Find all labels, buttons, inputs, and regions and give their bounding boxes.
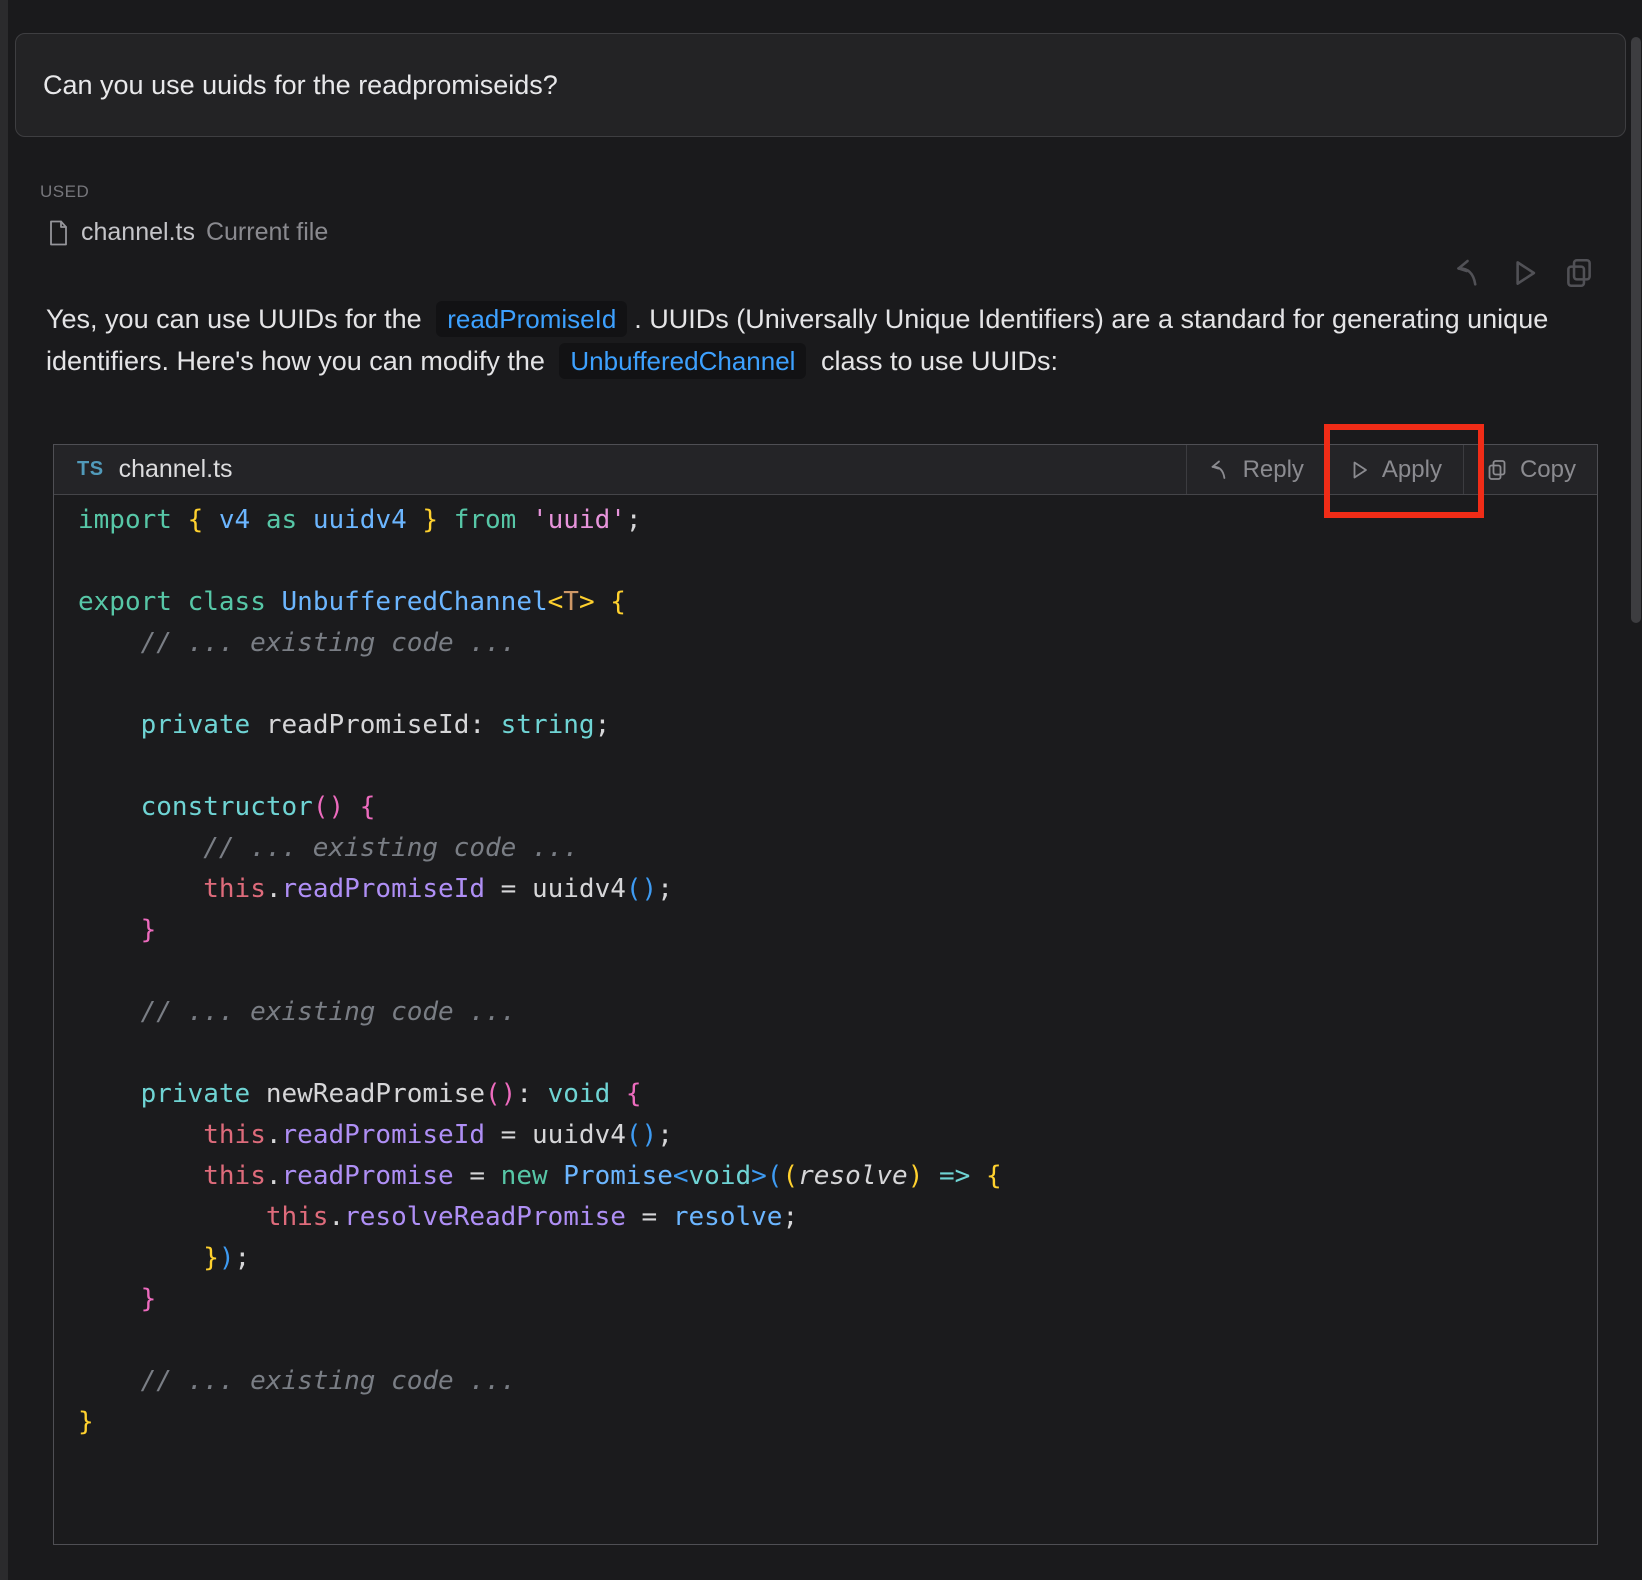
reply-icon [1452,256,1486,290]
inline-code-pill: readPromiseId [436,301,627,337]
code-line: this.readPromiseId = uuidv4(); [78,1115,1597,1156]
code-line: // ... existing code ... [78,1361,1597,1402]
play-icon-button[interactable] [1505,254,1543,292]
code-line: this.resolveReadPromise = resolve; [78,1197,1597,1238]
code-line: private readPromiseId: string; [78,705,1597,746]
user-question-card[interactable]: Can you use uuids for the readpromiseids… [15,33,1626,137]
code-line [78,1033,1597,1074]
code-block: TS channel.ts Reply Apply Copy import { v4… [53,444,1598,1545]
context-file-name: channel.ts [81,218,195,247]
answer-text-segment: class to use UUIDs: [813,346,1058,376]
code-line: import { v4 as uuidv4 } from 'uuid'; [78,500,1597,541]
code-line [78,1320,1597,1361]
code-line: this.readPromise = new Promise<void>((re… [78,1156,1597,1197]
reply-button-label: Reply [1243,456,1304,484]
context-file-status: Current file [206,218,328,247]
code-line: export class UnbufferedChannel<T> { [78,582,1597,623]
code-line [78,951,1597,992]
play-icon [1507,256,1541,290]
copy-button-label: Copy [1520,456,1576,484]
code-line [78,664,1597,705]
answer-paragraph: Yes, you can use UUIDs for the readPromi… [46,298,1551,382]
code-line: // ... existing code ... [78,623,1597,664]
answer-text-segment: Yes, you can use UUIDs for the [46,304,429,334]
copy-button[interactable]: Copy [1463,445,1597,494]
code-line [78,746,1597,787]
chat-panel: Can you use uuids for the readpromiseids… [0,0,1642,1580]
reply-button[interactable]: Reply [1186,445,1325,494]
code-line: } [78,1279,1597,1320]
code-line: } [78,910,1597,951]
code-line [78,541,1597,582]
code-line: // ... existing code ... [78,828,1597,869]
code-line: this.readPromiseId = uuidv4(); [78,869,1597,910]
code-header-left: TS channel.ts [54,455,1186,484]
panel-left-edge [0,0,8,1580]
code-body: import { v4 as uuidv4 } from 'uuid'; exp… [54,496,1597,1544]
copy-icon [1562,256,1596,290]
reply-icon [1208,458,1232,482]
document-icon [46,219,70,247]
inline-code-pill: UnbufferedChannel [559,343,806,379]
language-badge: TS [77,458,104,481]
user-question-text: Can you use uuids for the readpromiseids… [43,70,558,101]
code-line: }); [78,1238,1597,1279]
reply-icon-button[interactable] [1450,254,1488,292]
scrollbar-thumb[interactable] [1631,37,1641,623]
copy-icon [1485,458,1509,482]
used-label: USED [40,182,89,202]
apply-button[interactable]: Apply [1325,445,1463,494]
code-block-header: TS channel.ts Reply Apply Copy [54,445,1597,495]
code-line: // ... existing code ... [78,992,1597,1033]
code-block-buttons: Reply Apply Copy [1186,445,1597,494]
context-file-item[interactable]: channel.ts Current file [46,218,328,247]
code-line: private newReadPromise(): void { [78,1074,1597,1115]
code-filename: channel.ts [119,455,233,484]
apply-button-label: Apply [1382,456,1442,484]
code-line: } [78,1402,1597,1443]
message-actions [1450,254,1598,292]
copy-icon-button[interactable] [1560,254,1598,292]
play-icon [1347,458,1371,482]
code-line: constructor() { [78,787,1597,828]
